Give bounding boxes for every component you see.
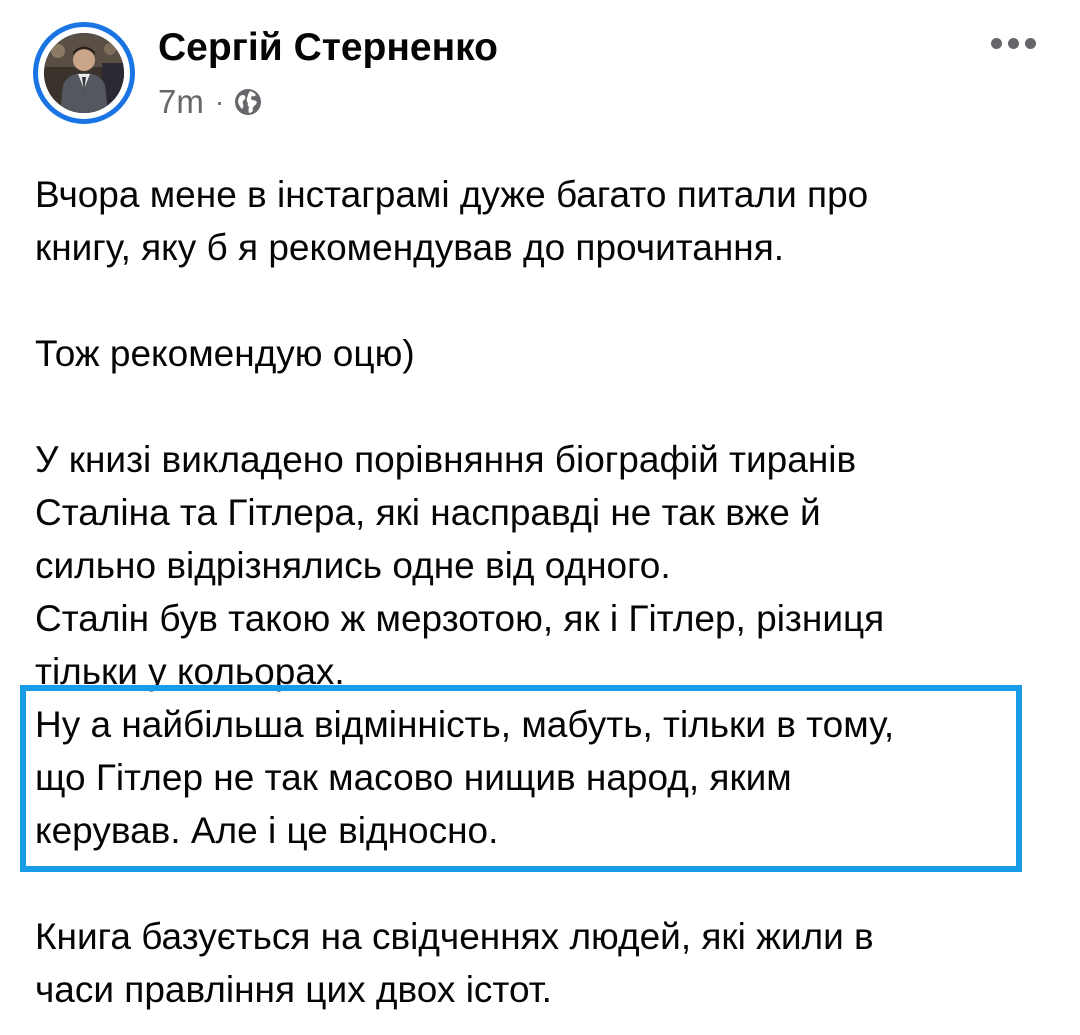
post-text-line: Тож рекомендую оцю)	[35, 333, 415, 374]
avatar-photo	[44, 33, 124, 113]
post-meta: 7m ·	[158, 82, 263, 122]
post-text-line: що Гітлер не так масово нищив народ, яки…	[35, 757, 792, 798]
post-text-line: Сталін був такою ж мерзотою, як і Гітлер…	[35, 598, 885, 639]
more-dot	[990, 37, 1002, 49]
meta-separator: ·	[214, 86, 225, 117]
post-text-line: книгу, яку б я рекомендував до прочитанн…	[35, 227, 785, 268]
post-text-line: часи правління цих двох істот.	[35, 969, 552, 1010]
post-text-line: У книзі викладено порівняння біографій т…	[35, 439, 857, 480]
post-text-line: керував. Але і це відносно.	[35, 810, 499, 851]
post-text-line: тільки у кольорах.	[35, 651, 345, 692]
more-options-icon[interactable]	[978, 28, 1048, 58]
globe-icon[interactable]	[233, 87, 263, 117]
post-text: Вчора мене в інстаграмі дуже багато пита…	[35, 168, 1045, 1016]
post-timestamp[interactable]: 7m	[158, 82, 204, 122]
more-dot	[1007, 37, 1019, 49]
author-name[interactable]: Сергій Стерненко	[158, 26, 498, 70]
post-text-line: Книга базується на свідченнях людей, які…	[35, 916, 874, 957]
post-text-line: Вчора мене в інстаграмі дуже багато пита…	[35, 174, 869, 215]
post-text-line: Сталіна та Гітлера, які насправді не так…	[35, 492, 821, 533]
post-text-line: сильно відрізнялись одне від одного.	[35, 545, 671, 586]
facebook-post: Сергій Стерненко 7m · Вчора мене в інста…	[0, 0, 1080, 1035]
more-dot	[1024, 37, 1036, 49]
avatar[interactable]	[33, 22, 135, 124]
post-text-line: Ну а найбільша відмінність, мабуть, тіль…	[35, 704, 895, 745]
